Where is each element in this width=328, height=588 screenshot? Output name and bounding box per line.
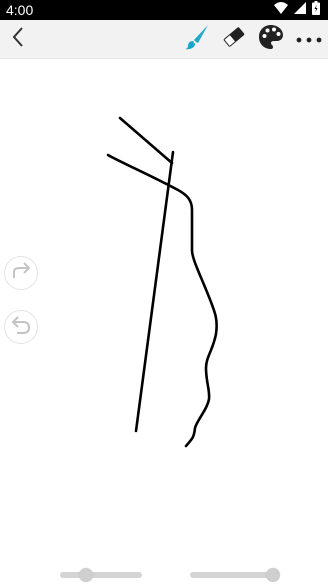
- opacity-slider[interactable]: [190, 568, 280, 582]
- eraser-tool-button[interactable]: [219, 20, 249, 58]
- brush-size-thumb[interactable]: [79, 568, 94, 582]
- back-button[interactable]: [4, 20, 32, 58]
- brush-icon: [184, 24, 210, 55]
- undo-button[interactable]: [4, 310, 38, 344]
- stroke-2: [134, 150, 175, 433]
- opacity-thumb[interactable]: [266, 568, 280, 582]
- battery-icon: [312, 0, 320, 20]
- palette-icon: [258, 24, 284, 55]
- redo-icon: [9, 261, 33, 285]
- redo-button[interactable]: [4, 256, 38, 290]
- undo-icon: [9, 315, 33, 340]
- brush-tool-button[interactable]: [182, 20, 212, 58]
- brush-size-slider[interactable]: [60, 568, 142, 582]
- status-time: 4:00: [6, 2, 34, 18]
- wifi-icon: [274, 1, 288, 19]
- status-icons: [274, 0, 320, 20]
- more-options-button[interactable]: [294, 20, 324, 58]
- signal-icon: [294, 1, 306, 19]
- drawing-canvas[interactable]: [0, 59, 328, 588]
- more-icon: [296, 30, 322, 48]
- toolbar: [0, 20, 328, 59]
- status-bar: 4:00: [0, 0, 328, 20]
- stroke-3: [106, 153, 219, 448]
- brush-size-track: [60, 572, 142, 578]
- chevron-left-icon: [11, 26, 25, 53]
- stroke-1: [118, 116, 174, 165]
- palette-tool-button[interactable]: [256, 20, 286, 58]
- eraser-icon: [222, 26, 246, 53]
